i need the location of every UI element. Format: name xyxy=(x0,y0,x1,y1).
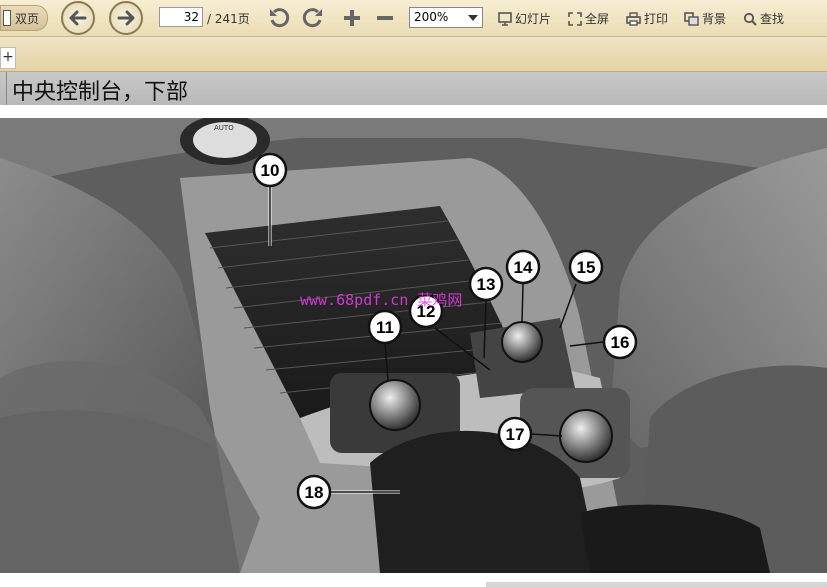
svg-text:AUTO: AUTO xyxy=(214,124,234,132)
zoom-select[interactable]: 200% xyxy=(409,7,483,28)
watermark-text: www.68pdf.cn 菜鸡网 xyxy=(300,291,463,309)
chevron-down-icon xyxy=(468,15,478,21)
page-total: / 241页 xyxy=(207,12,250,26)
two-page-button[interactable]: 双页 xyxy=(0,5,49,31)
forward-button[interactable] xyxy=(109,1,143,35)
zoom-out-icon xyxy=(377,16,393,20)
two-page-label: 双页 xyxy=(15,11,40,26)
print-icon xyxy=(626,11,641,26)
callout-14-label: 14 xyxy=(514,258,533,277)
page-number-input[interactable]: 32 xyxy=(159,7,203,27)
center-console-drawing: AUTO 10 11 12 13 14 15 16 17 18 xyxy=(0,118,827,573)
callout-11-label: 11 xyxy=(376,318,394,337)
fullscreen-icon xyxy=(568,11,582,26)
search-label: 查找 xyxy=(760,12,785,26)
slideshow-button[interactable]: 幻灯片 xyxy=(498,10,551,27)
callout-16-label: 16 xyxy=(611,333,630,352)
background-icon xyxy=(684,11,699,26)
add-tab-button[interactable]: + xyxy=(0,47,16,69)
callout-15-label: 15 xyxy=(577,258,596,277)
background-button[interactable]: 背景 xyxy=(684,10,726,27)
slideshow-label: 幻灯片 xyxy=(515,12,552,26)
search-button[interactable]: 查找 xyxy=(743,10,784,27)
print-button[interactable]: 打印 xyxy=(626,10,668,27)
rotate-right-button[interactable] xyxy=(300,5,326,31)
zoom-value: 200% xyxy=(414,10,449,24)
background-label: 背景 xyxy=(702,12,727,26)
fullscreen-label: 全屏 xyxy=(585,12,610,26)
zoom-in-icon xyxy=(344,10,360,26)
zoom-in-button[interactable] xyxy=(339,5,365,31)
back-arrow-icon xyxy=(69,10,87,26)
page-title: 中央控制台，下部 xyxy=(12,80,189,105)
slideshow-icon xyxy=(498,11,512,26)
rotate-right-icon xyxy=(302,8,322,28)
tab-bar xyxy=(0,37,827,72)
rotate-left-icon xyxy=(270,8,290,28)
callout-17-label: 17 xyxy=(506,425,525,444)
page-bottom-strip xyxy=(486,582,827,587)
fullscreen-button[interactable]: 全屏 xyxy=(568,10,609,27)
callout-13-label: 13 xyxy=(477,275,496,294)
callout-10-label: 10 xyxy=(261,161,280,180)
two-page-icon xyxy=(3,10,11,26)
print-label: 打印 xyxy=(644,12,669,26)
toolbar: 双页 32 / 241页 200% 幻灯片 全屏 打印 背景 查找 xyxy=(0,0,827,37)
console-illustration: AUTO 10 11 12 13 14 15 16 17 18 xyxy=(0,118,827,573)
rotate-left-button[interactable] xyxy=(266,5,292,31)
search-icon xyxy=(743,12,757,26)
back-button[interactable] xyxy=(61,1,95,35)
forward-arrow-icon xyxy=(117,10,135,26)
callout-18-label: 18 xyxy=(305,483,324,502)
zoom-out-button[interactable] xyxy=(372,5,398,31)
